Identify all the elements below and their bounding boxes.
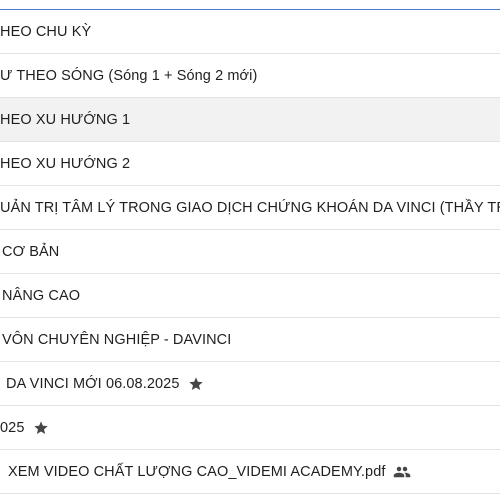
list-item-theo-song[interactable]: Ư THEO SÓNG (Sóng 1 + Sóng 2 mới) xyxy=(0,54,500,98)
list-item-label: CƠ BẢN xyxy=(2,243,60,260)
list-item-label: VÔN CHUYÊN NGHIỆP - DAVINCI xyxy=(2,331,232,348)
list-item-co-ban[interactable]: CƠ BẢN xyxy=(0,230,500,274)
shared-people-icon xyxy=(393,463,411,481)
list-item-von-chuyen-nghiep[interactable]: VÔN CHUYÊN NGHIỆP - DAVINCI xyxy=(0,318,500,362)
list-item-label: UẢN TRỊ TÂM LÝ TRONG GIAO DỊCH CHỨNG KHO… xyxy=(0,199,500,216)
list-item-xem-video-pdf[interactable]: XEM VIDEO CHẤT LƯỢNG CAO_VIDEMI ACADEMY.… xyxy=(0,450,500,494)
list-item-da-vinci-moi[interactable]: DA VINCI MỚI 06.08.2025 xyxy=(0,362,500,406)
list-item-xu-huong-1[interactable]: HEO XU HƯỚNG 1 xyxy=(0,98,500,142)
list-item-label: HEO XU HƯỚNG 2 xyxy=(0,155,131,172)
list-item-label: HEO XU HƯỚNG 1 xyxy=(0,111,131,128)
star-icon xyxy=(188,376,204,392)
list-item-025[interactable]: 025 xyxy=(0,406,500,450)
list-item-label: Ư THEO SÓNG (Sóng 1 + Sóng 2 mới) xyxy=(0,67,258,84)
list-item-label: NÂNG CAO xyxy=(2,287,81,304)
list-item-label: XEM VIDEO CHẤT LƯỢNG CAO_VIDEMI ACADEMY.… xyxy=(8,463,386,480)
list-item-heo-chu-ky[interactable]: HEO CHU KỲ xyxy=(0,10,500,54)
file-list: HEO CHU KỲ Ư THEO SÓNG (Sóng 1 + Sóng 2 … xyxy=(0,9,500,494)
list-item-xu-huong-2[interactable]: HEO XU HƯỚNG 2 xyxy=(0,142,500,186)
list-item-label: 025 xyxy=(0,419,25,436)
list-item-label: DA VINCI MỚI 06.08.2025 xyxy=(6,375,180,392)
list-item-quan-tri-tam-ly[interactable]: UẢN TRỊ TÂM LÝ TRONG GIAO DỊCH CHỨNG KHO… xyxy=(0,186,500,230)
star-icon xyxy=(33,420,49,436)
list-item-label: HEO CHU KỲ xyxy=(0,23,92,40)
list-item-nang-cao[interactable]: NÂNG CAO xyxy=(0,274,500,318)
